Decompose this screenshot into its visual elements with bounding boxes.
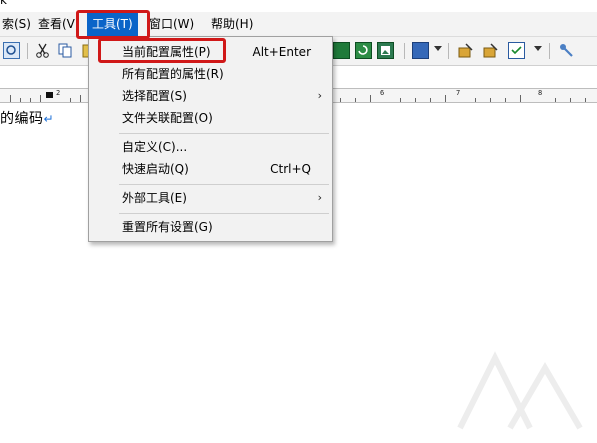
ruler-tick xyxy=(20,98,21,102)
config-icon-1[interactable] xyxy=(457,42,474,59)
document-text[interactable]: 的编码↵ xyxy=(0,108,54,128)
ruler-label: 7 xyxy=(456,89,461,97)
chevron-down-icon[interactable] xyxy=(534,46,542,51)
menu-item-label: 外部工具(E) xyxy=(122,191,187,205)
chevron-right-icon: › xyxy=(317,89,322,102)
ruler-tick xyxy=(445,95,446,102)
ruler-tick xyxy=(570,98,571,102)
ruler-tick xyxy=(520,95,521,102)
ruler-label: 6 xyxy=(380,89,385,97)
view-green-icon[interactable] xyxy=(333,42,350,59)
menu-item-label: 文件关联配置(O) xyxy=(122,111,213,125)
chevron-down-icon[interactable] xyxy=(434,46,442,51)
menu-item-shortcut: Ctrl+Q xyxy=(270,162,311,176)
ruler-tick xyxy=(400,98,401,102)
menu-item-quick-launch[interactable]: 快速启动(Q) Ctrl+Q xyxy=(89,158,332,180)
menu-search[interactable]: 索(S) xyxy=(0,12,36,36)
menu-item-label: 快速启动(Q) xyxy=(122,162,189,176)
menu-item-file-association-config[interactable]: 文件关联配置(O) xyxy=(89,107,332,129)
ruler-tick xyxy=(585,98,586,102)
ruler-tick xyxy=(505,98,506,102)
menu-item-all-config-properties[interactable]: 所有配置的属性(R) xyxy=(89,63,332,85)
toolbar-separator xyxy=(549,43,550,59)
toolbar-separator xyxy=(27,43,28,59)
config-icon-2[interactable] xyxy=(482,42,499,59)
menu-separator xyxy=(119,213,329,214)
copy-icon[interactable] xyxy=(57,42,74,59)
ruler-tick xyxy=(80,95,81,102)
tools-menu-popup: 当前配置属性(P) Alt+Enter 所有配置的属性(R) 选择配置(S) ›… xyxy=(88,36,333,242)
ruler-tick xyxy=(340,98,341,102)
ruler-tick xyxy=(355,98,356,102)
menu-item-label: 选择配置(S) xyxy=(122,89,187,103)
highlight-box-tools-menu xyxy=(76,10,150,39)
ruler-label: 8 xyxy=(538,89,543,97)
tool-wrench-icon[interactable] xyxy=(558,42,575,59)
menu-item-label: 所有配置的属性(R) xyxy=(122,67,224,81)
ruler-label: 2 xyxy=(56,89,61,97)
book-icon[interactable] xyxy=(412,42,429,59)
ruler-tick xyxy=(370,95,371,102)
image-view-icon[interactable] xyxy=(377,42,394,59)
ruler-tick xyxy=(475,98,476,102)
print-preview-icon[interactable] xyxy=(3,42,20,59)
check-list-icon[interactable] xyxy=(508,42,525,59)
document-text-content: 的编码 xyxy=(0,111,44,127)
ruler-tick xyxy=(10,95,11,102)
menu-separator xyxy=(119,133,329,134)
watermark-logo xyxy=(450,338,590,438)
menu-item-shortcut: Alt+Enter xyxy=(252,45,311,59)
menu-item-reset-all-settings[interactable]: 重置所有设置(G) xyxy=(89,216,332,238)
menu-window[interactable]: 窗口(W) xyxy=(144,12,199,36)
menu-item-external-tools[interactable]: 外部工具(E) › xyxy=(89,187,332,209)
toolbar-separator xyxy=(404,43,405,59)
menu-help[interactable]: 帮助(H) xyxy=(206,12,258,36)
ruler-tick xyxy=(490,98,491,102)
paragraph-mark: ↵ xyxy=(43,112,55,126)
ruler-tick xyxy=(430,98,431,102)
ruler-tick xyxy=(30,98,31,102)
ruler-tick xyxy=(40,95,41,102)
menu-item-customize[interactable]: 自定义(C)... xyxy=(89,136,332,158)
menu-item-select-config[interactable]: 选择配置(S) › xyxy=(89,85,332,107)
menu-item-label: 重置所有设置(G) xyxy=(122,220,213,234)
window-title-text: k xyxy=(0,0,7,7)
ruler-tick xyxy=(70,98,71,102)
ruler-indent-marker[interactable] xyxy=(46,92,53,98)
ruler-tick xyxy=(415,98,416,102)
window-title-fragment: k xyxy=(0,0,597,10)
chevron-right-icon: › xyxy=(317,191,322,204)
menu-item-label: 自定义(C)... xyxy=(122,140,188,154)
ruler-tick xyxy=(555,98,556,102)
menu-separator xyxy=(119,184,329,185)
cut-icon[interactable] xyxy=(34,42,51,59)
highlight-box-current-config xyxy=(98,38,226,63)
toolbar-separator xyxy=(448,43,449,59)
refresh-green-icon[interactable] xyxy=(355,42,372,59)
